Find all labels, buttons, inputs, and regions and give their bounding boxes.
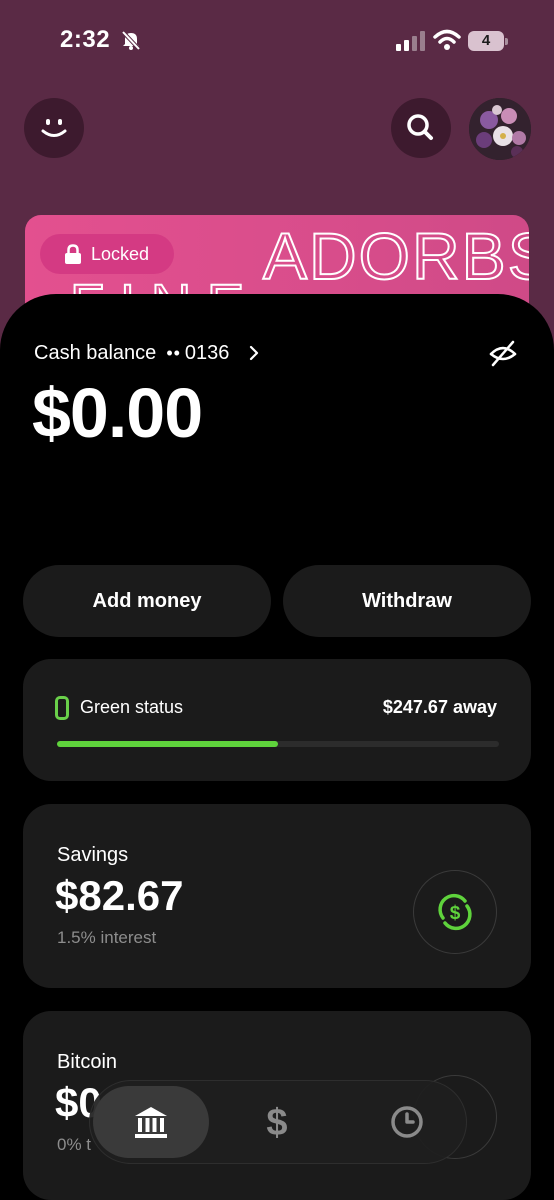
clock-icon[interactable] bbox=[390, 1105, 424, 1139]
smiley-icon bbox=[41, 119, 67, 137]
search-button[interactable] bbox=[391, 98, 451, 158]
masked-dots: •• bbox=[166, 342, 181, 363]
flowers-avatar-image bbox=[469, 98, 531, 160]
savings-amount: $82.67 bbox=[55, 872, 184, 919]
green-status-progress-fill bbox=[57, 741, 278, 747]
avatar[interactable] bbox=[469, 98, 531, 160]
account-number: 0136 bbox=[184, 341, 230, 364]
lock-icon bbox=[65, 244, 81, 264]
bitcoin-title: Bitcoin bbox=[57, 1051, 118, 1073]
bitcoin-sub: 0% t bbox=[57, 1135, 92, 1154]
green-status-progress bbox=[57, 741, 499, 747]
savings-action-button[interactable]: $ bbox=[413, 870, 497, 954]
green-status-panel[interactable]: Green status $247.67 away bbox=[23, 659, 531, 781]
cash-balance-row[interactable]: Cash balance •• 0136 bbox=[34, 340, 261, 366]
cash-balance-amount: $0.00 bbox=[32, 374, 203, 452]
battery-icon: 4 bbox=[468, 29, 508, 51]
green-status-away: $247.67 away bbox=[382, 697, 497, 717]
green-status-icon bbox=[55, 696, 69, 720]
savings-title: Savings bbox=[57, 844, 129, 866]
green-status-label: Green status bbox=[80, 697, 184, 717]
battery-level: 4 bbox=[468, 31, 504, 51]
svg-text:ADORBS: ADORBS bbox=[263, 219, 529, 293]
wifi-icon bbox=[433, 29, 461, 50]
locked-label: Locked bbox=[91, 243, 150, 264]
savings-dollar-cycle-icon: $ bbox=[438, 893, 472, 931]
locked-badge[interactable]: Locked bbox=[40, 234, 174, 274]
bell-off-icon bbox=[121, 30, 141, 51]
withdraw-button[interactable]: Withdraw bbox=[283, 565, 531, 637]
search-icon bbox=[407, 114, 433, 140]
add-money-button[interactable]: Add money bbox=[23, 565, 271, 637]
bank-icon bbox=[135, 1107, 167, 1138]
cellular-signal-icon bbox=[396, 31, 425, 51]
bottom-nav: $ bbox=[89, 1080, 467, 1164]
cash-balance-label: Cash balance bbox=[34, 341, 157, 364]
svg-text:$: $ bbox=[266, 1103, 287, 1141]
status-bar: 2:32 4 bbox=[0, 0, 554, 80]
dollar-icon[interactable]: $ bbox=[262, 1103, 292, 1141]
status-time: 2:32 bbox=[60, 26, 111, 53]
svg-text:$: $ bbox=[450, 903, 461, 924]
savings-panel[interactable]: Savings $82.67 1.5% interest $ bbox=[23, 804, 531, 988]
nav-home-tab[interactable] bbox=[93, 1086, 209, 1158]
savings-interest: 1.5% interest bbox=[57, 928, 157, 947]
chevron-right-icon bbox=[250, 345, 259, 361]
profile-smiley-button[interactable] bbox=[24, 98, 84, 158]
eye-off-icon[interactable] bbox=[488, 338, 518, 368]
